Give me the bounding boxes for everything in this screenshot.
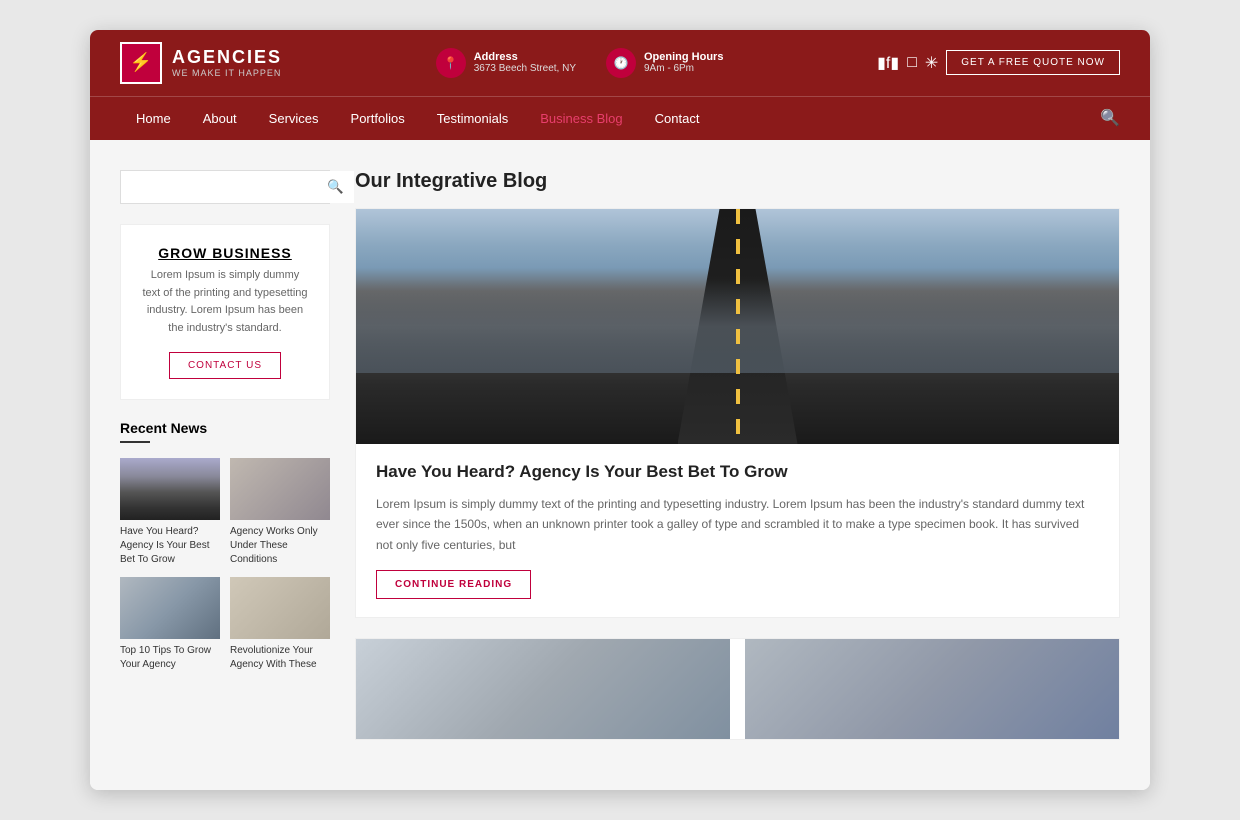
recent-news-title: Recent News xyxy=(120,420,330,436)
news-text-2: Agency Works Only Under These Conditions xyxy=(230,525,330,567)
news-thumb-1 xyxy=(120,458,220,520)
blog-post-2-preview xyxy=(355,638,1120,740)
nav-link-contact[interactable]: Contact xyxy=(639,97,716,140)
contact-us-button[interactable]: CONTACT US xyxy=(169,352,281,379)
news-thumb-4 xyxy=(230,577,330,639)
clock-icon: 🕐 xyxy=(606,48,636,78)
nav-item-portfolios[interactable]: Portfolios xyxy=(335,97,421,140)
blog-area: Our Integrative Blog Have You Heard? Age… xyxy=(355,170,1120,760)
nav-link-about[interactable]: About xyxy=(187,97,253,140)
site-header: ⚡ AGENCIES WE MAKE IT HAPPEN 📍 Address 3… xyxy=(90,30,1150,140)
recent-news: Recent News Have You Heard? Agency Is Yo… xyxy=(120,420,330,672)
news-item-1[interactable]: Have You Heard? Agency Is Your Best Bet … xyxy=(120,458,220,567)
blog-post-bottom xyxy=(356,639,1119,739)
quote-button[interactable]: GET A FREE QUOTE NOW xyxy=(946,50,1120,75)
nav-link-portfolios[interactable]: Portfolios xyxy=(335,97,421,140)
location-icon: 📍 xyxy=(436,48,466,78)
news-grid: Have You Heard? Agency Is Your Best Bet … xyxy=(120,458,330,672)
nav-link-services[interactable]: Services xyxy=(253,97,335,140)
road-scene xyxy=(356,209,1119,444)
address-label: Address xyxy=(474,51,576,63)
blog-post-content-1: Have You Heard? Agency Is Your Best Bet … xyxy=(356,444,1119,617)
address-text: Address 3673 Beech Street, NY xyxy=(474,51,576,74)
hours-text: Opening Hours 9Am - 6Pm xyxy=(644,51,723,74)
logo-text: AGENCIES WE MAKE IT HAPPEN xyxy=(172,47,282,78)
nav-item-home[interactable]: Home xyxy=(120,97,187,140)
hours-info: 🕐 Opening Hours 9Am - 6Pm xyxy=(606,48,723,78)
sidebar: 🔍 GROW BUSINESS Lorem Ipsum is simply du… xyxy=(120,170,330,760)
address-info: 📍 Address 3673 Beech Street, NY xyxy=(436,48,576,78)
site-nav: Home About Services Portfolios Testimoni… xyxy=(90,96,1150,140)
recent-news-underline xyxy=(120,441,150,443)
brand-name: AGENCIES xyxy=(172,47,282,68)
hours-label: Opening Hours xyxy=(644,51,723,63)
nav-item-services[interactable]: Services xyxy=(253,97,335,140)
instagram-icon[interactable]: □ xyxy=(907,54,917,72)
sidebar-search[interactable]: 🔍 xyxy=(120,170,330,204)
asterisk-icon[interactable]: ✳ xyxy=(925,53,938,73)
search-input[interactable] xyxy=(121,171,317,203)
nav-link-home[interactable]: Home xyxy=(120,97,187,140)
blog-title: Our Integrative Blog xyxy=(355,170,1120,193)
news-item-2[interactable]: Agency Works Only Under These Conditions xyxy=(230,458,330,567)
header-top: ⚡ AGENCIES WE MAKE IT HAPPEN 📍 Address 3… xyxy=(90,30,1150,96)
grow-business-box: GROW BUSINESS Lorem Ipsum is simply dumm… xyxy=(120,224,330,400)
continue-reading-button[interactable]: CONTINUE READING xyxy=(376,570,531,599)
blog-post-title-1: Have You Heard? Agency Is Your Best Bet … xyxy=(376,462,1099,482)
news-item-4[interactable]: Revolutionize Your Agency With These xyxy=(230,577,330,672)
grow-business-title: GROW BUSINESS xyxy=(141,245,309,261)
blog-post-thumb-left xyxy=(356,639,730,739)
blog-post-image-1 xyxy=(356,209,1119,444)
hours-value: 9Am - 6Pm xyxy=(644,63,723,74)
facebook-icon[interactable]: ▮f▮ xyxy=(877,53,899,73)
brand-tagline: WE MAKE IT HAPPEN xyxy=(172,68,282,78)
grow-business-text: Lorem Ipsum is simply dummy text of the … xyxy=(141,267,309,337)
mountain-bg xyxy=(356,279,1119,373)
browser-window: ⚡ AGENCIES WE MAKE IT HAPPEN 📍 Address 3… xyxy=(90,30,1150,790)
logo-area: ⚡ AGENCIES WE MAKE IT HAPPEN xyxy=(120,42,282,84)
header-social: ▮f▮ □ ✳ GET A FREE QUOTE NOW xyxy=(877,50,1120,75)
news-text-4: Revolutionize Your Agency With These xyxy=(230,644,330,672)
logo-icon: ⚡ xyxy=(120,42,162,84)
header-info: 📍 Address 3673 Beech Street, NY 🕐 Openin… xyxy=(312,48,847,78)
nav-item-testimonials[interactable]: Testimonials xyxy=(421,97,525,140)
nav-link-blog[interactable]: Business Blog xyxy=(524,97,638,140)
nav-item-about[interactable]: About xyxy=(187,97,253,140)
blog-post-1: Have You Heard? Agency Is Your Best Bet … xyxy=(355,208,1120,618)
news-text-1: Have You Heard? Agency Is Your Best Bet … xyxy=(120,525,220,567)
nav-item-contact[interactable]: Contact xyxy=(639,97,716,140)
nav-search-icon[interactable]: 🔍 xyxy=(1100,108,1120,128)
meeting-scene-right xyxy=(745,639,1119,739)
nav-link-testimonials[interactable]: Testimonials xyxy=(421,97,525,140)
nav-item-blog[interactable]: Business Blog xyxy=(524,97,638,140)
lightning-icon: ⚡ xyxy=(130,52,152,73)
nav-links: Home About Services Portfolios Testimoni… xyxy=(120,97,715,140)
main-content: 🔍 GROW BUSINESS Lorem Ipsum is simply du… xyxy=(90,140,1150,790)
news-thumb-2 xyxy=(230,458,330,520)
blog-post-text-1: Lorem Ipsum is simply dummy text of the … xyxy=(376,494,1099,555)
search-button[interactable]: 🔍 xyxy=(317,171,354,203)
news-item-3[interactable]: Top 10 Tips To Grow Your Agency xyxy=(120,577,220,672)
blog-post-thumb-right xyxy=(745,639,1119,739)
address-value: 3673 Beech Street, NY xyxy=(474,63,576,74)
news-thumb-3 xyxy=(120,577,220,639)
news-text-3: Top 10 Tips To Grow Your Agency xyxy=(120,644,220,672)
meeting-scene-left xyxy=(356,639,730,739)
